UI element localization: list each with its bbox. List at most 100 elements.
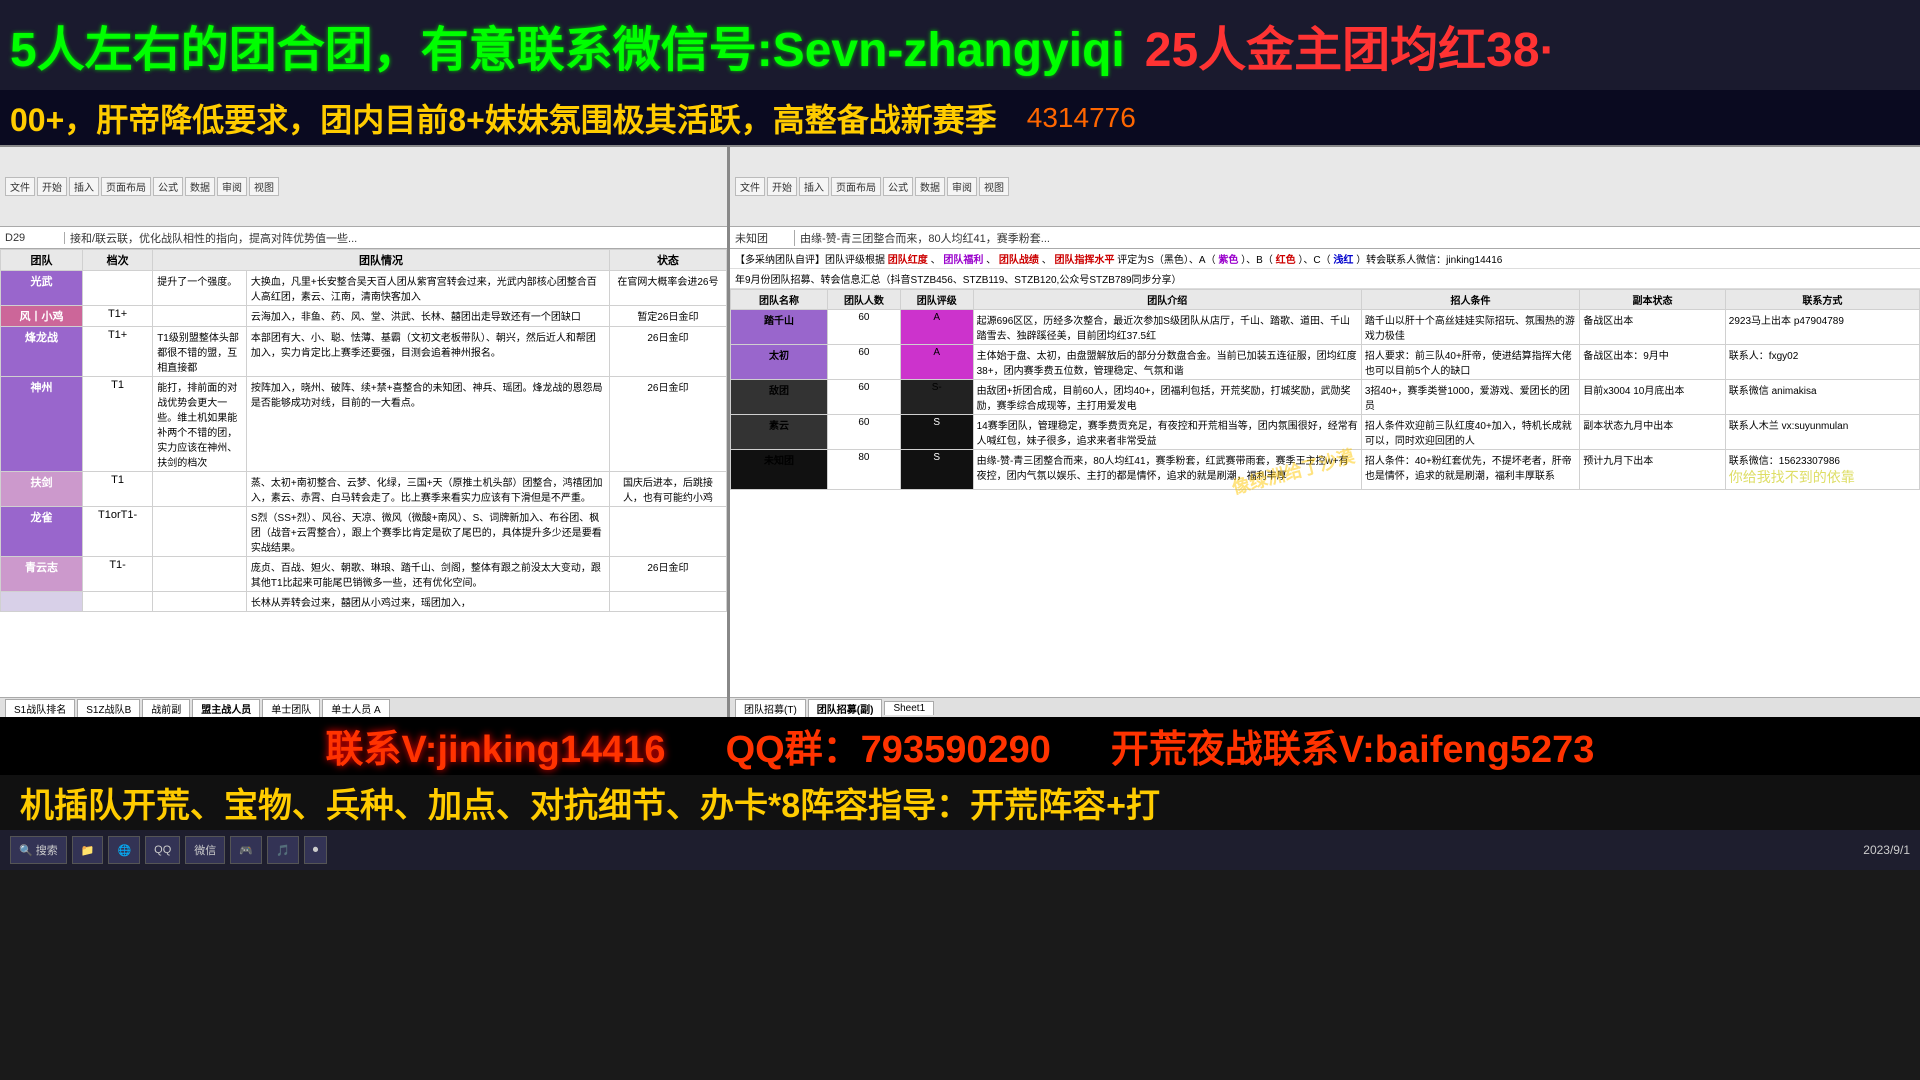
table-row: 光武 提升了一个强度。 大换血，凡里+长安整合吴天百人团从紫宵宫转会过来，光武内… (1, 271, 727, 306)
toolbar-btn-view[interactable]: 视图 (249, 177, 279, 196)
header-label: 【多采纳团队自评】团队评级根据 (735, 255, 885, 266)
row-status: 国庆后进本，后跳接人，也有可能约小鸡 (609, 472, 726, 507)
row-recruit: 踏千山以肝十个高丝娃娃实际招玩、氛围热的游戏力极佳 (1361, 310, 1579, 345)
taskbar-time: 2023/9/1 (1863, 843, 1910, 857)
taskbar-btn-qq[interactable]: QQ (145, 836, 180, 864)
row-status: 26日金印 (609, 327, 726, 377)
row-tier: T1orT1- (82, 507, 152, 557)
left-table-content: 团队 档次 团队情况 状态 光武 提升了一个强度。 大换血，凡里+长安整合吴天百… (0, 249, 727, 697)
taskbar-btn-record[interactable]: ⏺ (304, 836, 328, 864)
taskbar-btn-browser[interactable]: 🌐 (108, 836, 140, 864)
th-recruit: 招人条件 (1361, 290, 1579, 310)
taskbar-btn-game[interactable]: 🎮 (230, 836, 262, 864)
row-grade: A (900, 345, 973, 380)
taskbar-btn-search[interactable]: 🔍 搜索 (10, 836, 67, 864)
right-toolbar-btn-file[interactable]: 文件 (735, 177, 765, 196)
taskbar[interactable]: 🔍 搜索 📁 🌐 QQ 微信 🎮 🎵 ⏺ 2023/9/1 (0, 830, 1920, 870)
sheet-tab-active[interactable]: 盟主战人员 (192, 699, 260, 717)
right-toolbar-btn-review[interactable]: 审阅 (947, 177, 977, 196)
table-row: 神州 T1 能打，排前面的对战优势会更大一些。维土机如果能补两个不错的团，实力应… (1, 377, 727, 472)
right-toolbar-btn-layout[interactable]: 页面布局 (831, 177, 881, 196)
right-excel: 文件 开始 插入 页面布局 公式 数据 审阅 视图 未知团 由缘-赞-青三团整合… (730, 147, 1920, 717)
toolbar-btn-data[interactable]: 数据 (185, 177, 215, 196)
bottom-contact: 联系V:jinking14416 (326, 718, 666, 773)
table-row: 素云 60 S 14赛季团队，管理稳定，赛季费贡充足，有夜控和开荒相当等，团内氛… (731, 415, 1920, 450)
table-row: 青云志 T1- 庞贞、百战、妲火、朝歌、琳琅、踏千山、剑阁，整体有跟之前没太大变… (1, 557, 727, 592)
th-state: 副本状态 (1580, 290, 1726, 310)
th-contact: 联系方式 (1725, 290, 1919, 310)
left-table: 团队 档次 团队情况 状态 光武 提升了一个强度。 大换血，凡里+长安整合吴天百… (0, 249, 727, 612)
row-tier (82, 271, 152, 306)
left-toolbar[interactable]: 文件 开始 插入 页面布局 公式 数据 审阅 视图 (0, 147, 727, 227)
right-sheet-tab-active[interactable]: 团队招募(副) (808, 699, 883, 717)
toolbar-btn-formula[interactable]: 公式 (153, 177, 183, 196)
table-row: 未知团 80 S 由缘-赞-青三团整合而来，80人均红41，赛季粉套，红武赛带雨… (731, 450, 1920, 490)
bottom-qq: QQ群：793590290 (726, 718, 1051, 773)
left-sheet-tabs[interactable]: S1战队排名 S1Z战队B 战前副 盟主战人员 单士团队 单士人员 A (0, 697, 727, 717)
header-grade: 评定为S（黑色）、A（ (1117, 255, 1215, 266)
row-name: 神州 (1, 377, 83, 472)
table-row: 龙雀 T1orT1- S烈（SS+烈）、风谷、天凉、微风（微酸+南风）、S、词牌… (1, 507, 727, 557)
table-row: 烽龙战 T1+ T1级别盟整体头部都很不错的盟，互相直接都 本部团有大、小、聪、… (1, 327, 727, 377)
row-name: 光武 (1, 271, 83, 306)
sheet-tab[interactable]: 单士团队 (262, 699, 320, 717)
row-desc: 云海加入，非鱼、药、风、堂、洪武、长林、囍团出走导致还有一个团缺口 (246, 306, 609, 327)
row-contact: 联系人木兰 vx:suyunmulan (1725, 415, 1919, 450)
right-sheet-tab[interactable]: Sheet1 (884, 701, 934, 715)
toolbar-btn-file[interactable]: 文件 (5, 177, 35, 196)
row-pre: T1级别盟整体头部都很不错的盟，互相直接都 (153, 327, 247, 377)
row-grade: A (900, 310, 973, 345)
right-sheet-tab[interactable]: 团队招募(T) (735, 699, 806, 717)
th-desc: 团队情况 (153, 250, 610, 271)
taskbar-btn-wechat[interactable]: 微信 (185, 836, 225, 864)
sheet-tab[interactable]: 战前副 (142, 699, 190, 717)
sheet-tab[interactable]: S1战队排名 (5, 699, 75, 717)
toolbar-btn-review[interactable]: 审阅 (217, 177, 247, 196)
row-intro: 由缘-赞-青三团整合而来，80人均红41，赛季粉套，红武赛带雨套，赛季王主控w+… (973, 450, 1361, 490)
th-tier: 档次 (82, 250, 152, 271)
row-recruit: 3招40+，赛季类誉1000，爱游戏、爱团长的团员 (1361, 380, 1579, 415)
row-status: 26日金印 (609, 377, 726, 472)
sheet-tab[interactable]: S1Z战队B (77, 699, 140, 717)
toolbar-btn-edit[interactable]: 开始 (37, 177, 67, 196)
right-toolbar-btn-insert[interactable]: 插入 (799, 177, 829, 196)
row-name: 龙雀 (1, 507, 83, 557)
toolbar-btn-insert[interactable]: 插入 (69, 177, 99, 196)
right-toolbar-btn-formula[interactable]: 公式 (883, 177, 913, 196)
right-toolbar-btn-data[interactable]: 数据 (915, 177, 945, 196)
row-status (609, 592, 726, 612)
second-banner: 00+，肝帝降低要求，团内目前8+妹妹氛围极其活跃，高整备战新赛季 431477… (0, 90, 1920, 145)
right-toolbar[interactable]: 文件 开始 插入 页面布局 公式 数据 审阅 视图 (730, 147, 1920, 227)
row-name: 青云志 (1, 557, 83, 592)
right-toolbar-btn-home[interactable]: 开始 (767, 177, 797, 196)
row-name: 风丨小鸡 (1, 306, 83, 327)
row-state: 备战区出本：9月中 (1580, 345, 1726, 380)
row-teamname: 敌团 (731, 380, 828, 415)
th-intro: 团队介绍 (973, 290, 1361, 310)
right-cell-ref: 未知团 (735, 230, 795, 246)
top-banner-right: 25人金主团均红38· (1145, 10, 1556, 80)
row-contact: 联系微信 animakisa (1725, 380, 1919, 415)
row-recruit: 招人条件：40+粉红套优先，不提坏老者，肝帝也是情怀，追求的就是刷潮，福利丰厚联… (1361, 450, 1579, 490)
th-grade: 团队评级 (900, 290, 973, 310)
right-toolbar-btn-view[interactable]: 视图 (979, 177, 1009, 196)
row-count: 80 (828, 450, 901, 490)
toolbar-btn-layout[interactable]: 页面布局 (101, 177, 151, 196)
right-sheet-tabs[interactable]: 团队招募(T) 团队招募(副) Sheet1 (730, 697, 1920, 717)
row-name (1, 592, 83, 612)
left-formula-bar: D29 接和/联云联，优化战队相性的指向，提高对阵优势值一些... (0, 227, 727, 249)
taskbar-btn-music[interactable]: 🎵 (267, 836, 299, 864)
right-table: 团队名称 团队人数 团队评级 团队介绍 招人条件 副本状态 联系方式 踏千山 6… (730, 289, 1920, 490)
bottom-night: 开荒夜战联系V:baifeng5273 (1111, 718, 1595, 773)
sheet-tab[interactable]: 单士人员 A (322, 699, 389, 717)
row-desc: 蒸、太初+南初整合、云梦、化绿，三国+天（原推土机头部）团整合，鸿禧团加入，素云… (246, 472, 609, 507)
header-red-text: 团队红度 (888, 255, 928, 266)
row-status: 暂定26日金印 (609, 306, 726, 327)
row-status: 在官网大概率会进26号 (609, 271, 726, 306)
th-name: 团队 (1, 250, 83, 271)
table-row: 风丨小鸡 T1+ 云海加入，非鱼、药、风、堂、洪武、长林、囍团出走导致还有一个团… (1, 306, 727, 327)
header-sep: 、 (931, 255, 941, 266)
row-count: 60 (828, 380, 901, 415)
guide-banner: 机插队开荒、宝物、兵种、加点、对抗细节、办卡*8阵容指导：开荒阵容+打 (0, 775, 1920, 830)
taskbar-btn-file[interactable]: 📁 (72, 836, 104, 864)
